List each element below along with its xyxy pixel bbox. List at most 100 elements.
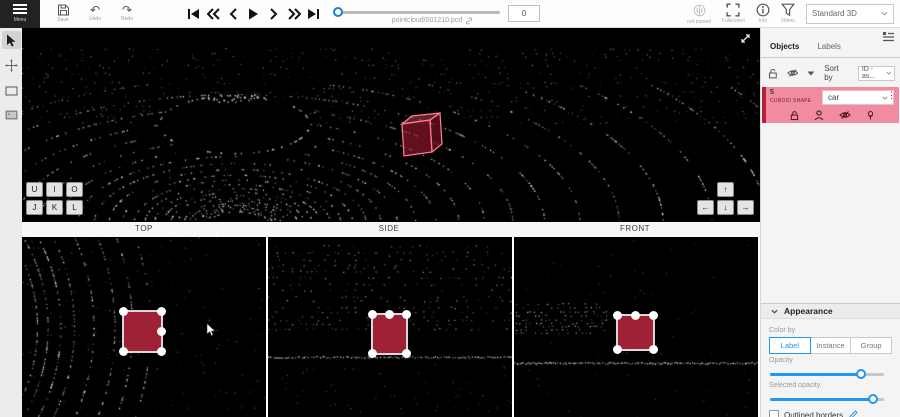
filter-icon xyxy=(781,3,795,17)
object-list-toolbar: Sort by ID - as... xyxy=(761,58,900,87)
resize-handle[interactable] xyxy=(368,310,377,319)
resize-handle[interactable] xyxy=(402,349,411,358)
ai-assist-button[interactable]: not trained xyxy=(687,3,711,25)
tab-labels[interactable]: Labels xyxy=(817,42,841,57)
arrow-down-button[interactable]: ↓ xyxy=(717,200,734,215)
brain-icon xyxy=(692,3,707,18)
lock-object-icon[interactable] xyxy=(790,110,799,121)
filters-button[interactable]: Filters xyxy=(781,3,795,24)
move-icon xyxy=(5,59,18,72)
sort-order-select[interactable]: ID - as... xyxy=(858,66,895,81)
collapse-caret-icon[interactable] xyxy=(807,71,815,76)
tab-objects[interactable]: Objects xyxy=(770,42,799,57)
step-back-button[interactable] xyxy=(226,7,241,21)
timeline-handle[interactable] xyxy=(333,7,343,17)
play-button[interactable] xyxy=(246,7,261,21)
skip-start-button[interactable] xyxy=(186,7,201,21)
pin-object-icon[interactable] xyxy=(866,110,875,121)
top-projection-view[interactable] xyxy=(22,237,266,417)
step-forward-button[interactable] xyxy=(266,7,281,21)
appearance-section: Appearance Color by Label Instance Group… xyxy=(761,303,900,417)
select-tool-button[interactable] xyxy=(2,31,21,49)
chevron-down-icon xyxy=(886,71,891,75)
opacity-slider[interactable] xyxy=(770,373,884,376)
hamburger-icon xyxy=(13,4,27,14)
visibility-object-icon[interactable] xyxy=(839,110,851,120)
arrow-right-button[interactable]: → xyxy=(737,200,754,215)
resize-handle[interactable] xyxy=(613,345,622,354)
resize-handle[interactable] xyxy=(157,307,166,316)
save-button[interactable]: Save xyxy=(50,1,76,27)
selected-cuboid-3d[interactable] xyxy=(396,108,446,164)
key-u[interactable]: U xyxy=(26,182,43,197)
key-o[interactable]: O xyxy=(66,182,83,197)
key-j[interactable]: J xyxy=(26,200,43,215)
selected-box-side-view[interactable] xyxy=(371,313,408,355)
key-k[interactable]: K xyxy=(46,200,63,215)
resize-handle[interactable] xyxy=(613,311,622,320)
redo-icon: ↷ xyxy=(122,5,132,15)
resize-handle[interactable] xyxy=(649,345,658,354)
resize-handle[interactable] xyxy=(402,310,411,319)
rotate-handle[interactable] xyxy=(157,327,166,336)
rotate-handle[interactable] xyxy=(631,311,640,320)
front-view-label: FRONT xyxy=(512,222,758,237)
key-i[interactable]: I xyxy=(46,182,63,197)
selected-opacity-slider-handle[interactable] xyxy=(868,394,878,404)
instance-person-icon[interactable] xyxy=(814,110,824,121)
opacity-label: Opacity xyxy=(769,357,892,364)
object-class-select[interactable]: car xyxy=(822,90,894,105)
arrow-left-button[interactable]: ← xyxy=(697,200,714,215)
fast-forward-button[interactable] xyxy=(286,7,301,21)
menu-button[interactable]: Menu xyxy=(0,0,40,28)
view-mode-select[interactable]: Standard 3D xyxy=(806,4,894,24)
selected-opacity-slider[interactable] xyxy=(770,398,884,401)
opacity-slider-fill xyxy=(770,373,861,376)
fullscreen-button[interactable]: Fullscreen xyxy=(722,3,745,24)
frame-timeline[interactable]: pointcloud/001210.pcd xyxy=(335,4,500,24)
resize-handle[interactable] xyxy=(119,307,128,316)
color-by-label-button[interactable]: Label xyxy=(769,337,811,354)
pointcloud-canvas[interactable] xyxy=(22,28,760,222)
save-icon xyxy=(57,4,70,16)
resize-handle[interactable] xyxy=(157,347,166,356)
redo-button[interactable]: ↷ Redo xyxy=(114,1,140,27)
maximize-view-icon[interactable] xyxy=(739,32,752,45)
image-view-tool-button[interactable] xyxy=(2,106,21,124)
outlined-borders-checkbox[interactable] xyxy=(769,410,779,417)
key-l[interactable]: L xyxy=(66,200,83,215)
resize-handle[interactable] xyxy=(119,347,128,356)
side-projection-view[interactable] xyxy=(268,237,512,417)
rotate-handle[interactable] xyxy=(385,310,394,319)
list-settings-icon[interactable] xyxy=(882,31,895,42)
resize-handle[interactable] xyxy=(649,311,658,320)
undo-button[interactable]: ↶ Undo xyxy=(82,1,108,27)
sidebar-tabs: Objects Labels xyxy=(761,28,900,58)
color-by-instance-button[interactable]: Instance xyxy=(811,337,852,354)
timeline-track[interactable] xyxy=(335,11,500,14)
fast-rewind-button[interactable] xyxy=(206,7,221,21)
lock-all-icon[interactable] xyxy=(768,68,778,79)
opacity-slider-handle[interactable] xyxy=(856,369,866,379)
translate-tool-button[interactable] xyxy=(2,56,21,74)
info-button[interactable]: Info xyxy=(756,3,770,24)
main-3d-viewport[interactable]: U I O J K L ↑ ← ↓ → xyxy=(22,28,760,222)
appearance-header[interactable]: Appearance xyxy=(761,303,900,319)
selected-box-top-view[interactable] xyxy=(122,310,163,353)
edit-pencil-icon[interactable] xyxy=(848,410,858,417)
selected-box-front-view[interactable] xyxy=(616,314,655,351)
side-view-label: SIDE xyxy=(266,222,512,237)
cuboid-tool-button[interactable] xyxy=(2,81,21,99)
visibility-all-icon[interactable] xyxy=(787,68,799,78)
skip-end-button[interactable] xyxy=(306,7,321,21)
color-by-group-button[interactable]: Group xyxy=(851,337,892,354)
link-icon xyxy=(465,17,473,25)
front-projection-view[interactable] xyxy=(514,237,758,417)
object-list-item-car[interactable]: 5 CUBOID SHAPE car ⋮ xyxy=(762,87,899,123)
left-tool-sidebar xyxy=(0,28,22,417)
arrow-up-button[interactable]: ↑ xyxy=(717,182,734,197)
resize-handle[interactable] xyxy=(368,349,377,358)
object-menu-button[interactable]: ⋮ xyxy=(887,90,896,101)
pointer-icon xyxy=(6,34,17,47)
color-by-label: Color by xyxy=(769,327,892,334)
